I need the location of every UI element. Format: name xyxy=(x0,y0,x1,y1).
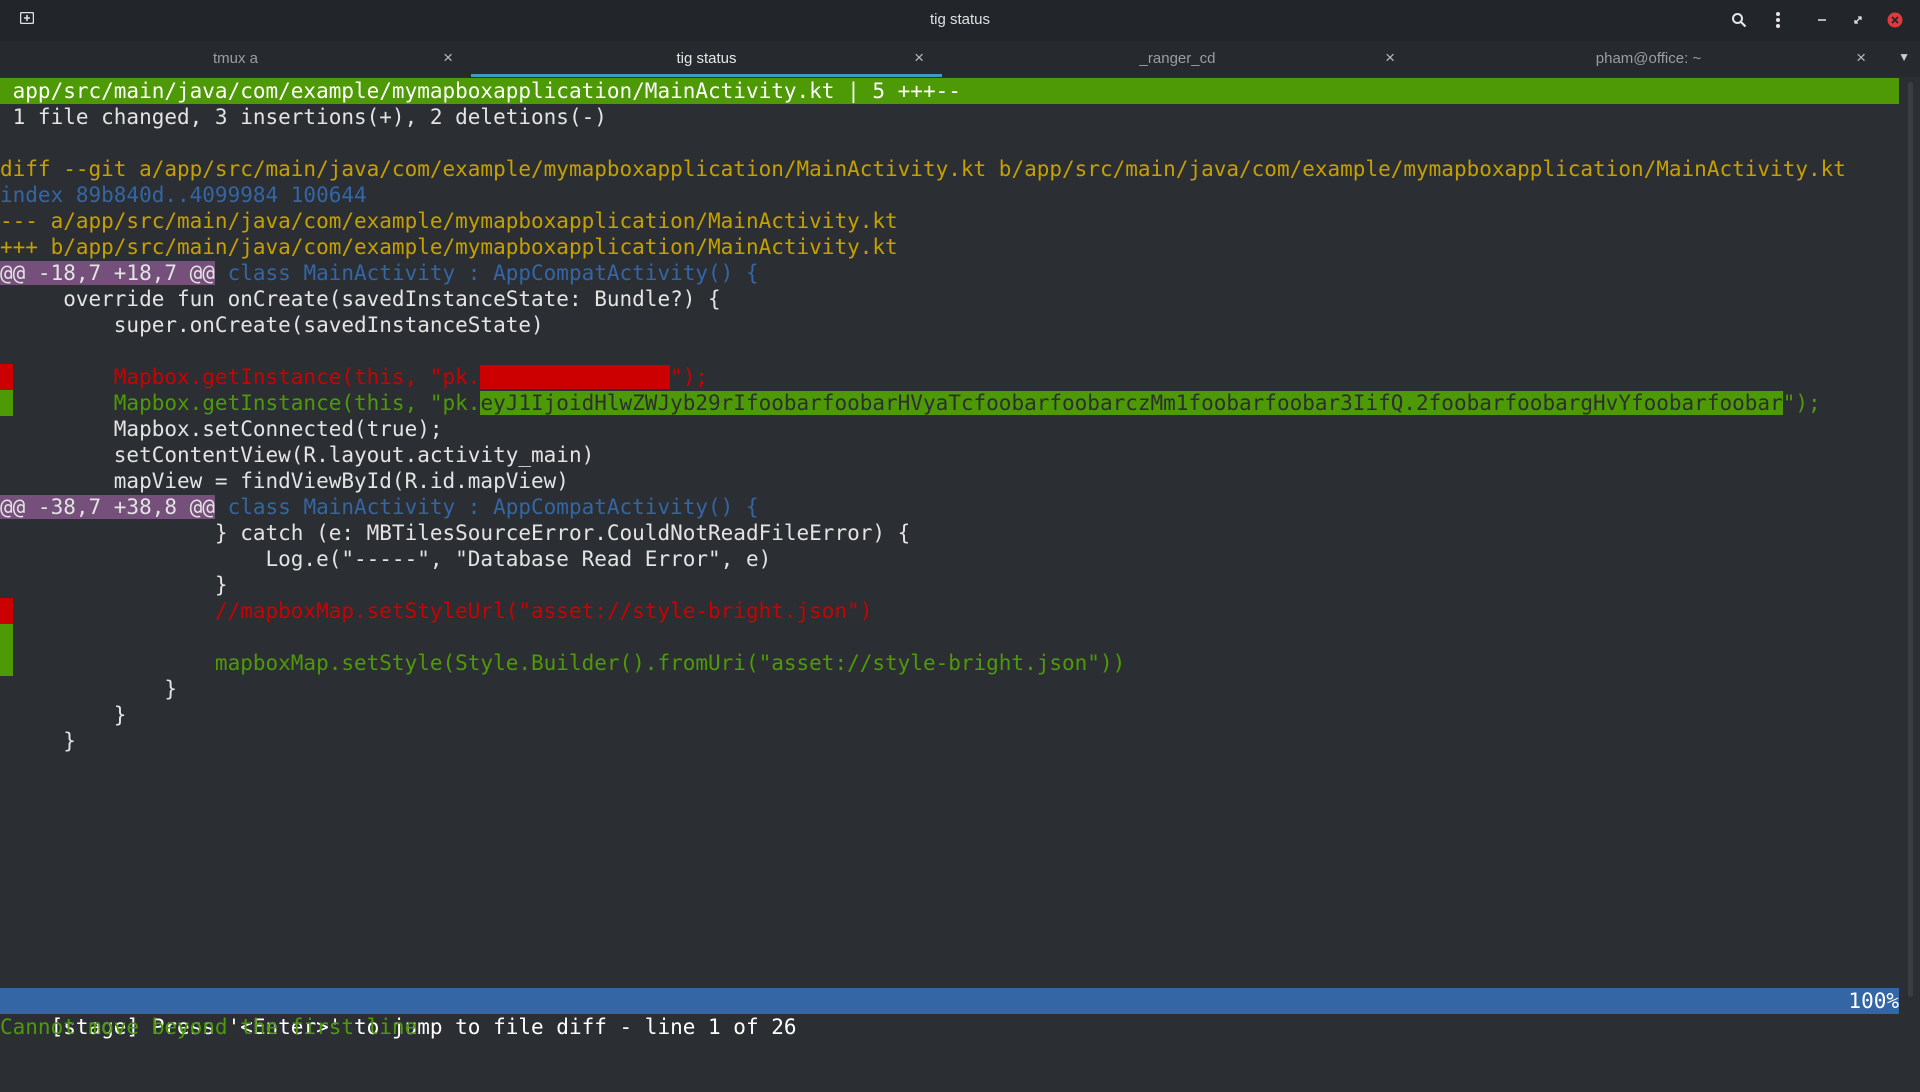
minimize-icon[interactable] xyxy=(1810,8,1834,32)
removed-prefix: Mapbox.getInstance(this, "pk. xyxy=(0,365,481,389)
tab-close-icon[interactable]: × xyxy=(443,48,453,68)
diff-index-line: index 89b840d..4099984 100644 xyxy=(0,183,367,207)
tab-label: tmux a xyxy=(212,50,258,67)
context-line: super.onCreate(savedInstanceState) xyxy=(0,313,544,337)
diff-minus-file: --- a/app/src/main/java/com/example/myma… xyxy=(0,209,898,233)
window-titlebar: tig status xyxy=(0,0,1920,41)
added-line: mapboxMap.setStyle(Style.Builder().fromU… xyxy=(0,651,1126,675)
context-line: Log.e("-----", "Database Read Error", e) xyxy=(0,547,772,571)
restore-icon[interactable] xyxy=(1846,8,1870,32)
diff-plus-file: +++ b/app/src/main/java/com/example/myma… xyxy=(0,235,898,259)
context-line: } xyxy=(0,703,127,727)
context-line: override fun onCreate(savedInstanceState… xyxy=(0,287,721,311)
tab-list-dropdown-icon[interactable]: ▼ xyxy=(1898,50,1910,64)
scroll-percent: 100% xyxy=(1848,989,1899,1013)
diff-git-header: diff --git a/app/src/main/java/com/examp… xyxy=(0,157,1846,181)
hunk-range: @@ -18,7 +18,7 @@ xyxy=(0,261,215,285)
tab-shell[interactable]: pham@office: ~ × xyxy=(1413,41,1884,77)
context-line: } xyxy=(0,573,228,597)
context-line: Mapbox.setConnected(true); xyxy=(0,417,443,441)
diffstat-summary: 1 file changed, 3 insertions(+), 2 delet… xyxy=(0,105,607,129)
kebab-menu-icon[interactable] xyxy=(1766,8,1790,32)
tab-close-icon[interactable]: × xyxy=(914,48,924,68)
terminal-scrollbar[interactable] xyxy=(1900,78,1920,1052)
context-line: } catch (e: MBTilesSourceError.CouldNotR… xyxy=(0,521,911,545)
tab-label: _ranger_cd xyxy=(1139,50,1216,67)
scrollbar-thumb[interactable] xyxy=(1908,82,1913,997)
hunk-context: class MainActivity : AppCompatActivity()… xyxy=(214,261,759,285)
tab-ranger[interactable]: _ranger_cd × xyxy=(942,41,1413,77)
active-tab-indicator xyxy=(471,74,942,77)
context-line: mapView = findViewById(R.id.mapView) xyxy=(0,469,569,493)
removed-line: Mapbox.getInstance(this, "pk.---your ker… xyxy=(0,364,708,390)
added-prefix: Mapbox.getInstance(this, "pk. xyxy=(0,391,481,415)
hunk-range: @@ -38,7 +38,8 @@ xyxy=(0,495,215,519)
tab-tig-status[interactable]: tig status × xyxy=(471,41,942,77)
tab-close-icon[interactable]: × xyxy=(1385,48,1395,68)
close-icon[interactable] xyxy=(1883,8,1907,32)
status-message: Cannot move beyond the first line xyxy=(0,1015,418,1039)
hunk-header: @@ -38,7 +38,8 @@ class MainActivity : A… xyxy=(0,494,759,520)
removed-token-highlight: ---your kery--- xyxy=(480,365,671,389)
added-token-highlight: eyJ1IjoidHlwZWJyb29rIfoobarfoobarHVyaTcf… xyxy=(480,391,1783,415)
context-line: } xyxy=(0,729,76,753)
context-line: setContentView(R.layout.activity_main) xyxy=(0,443,595,467)
tab-close-icon[interactable]: × xyxy=(1856,48,1866,68)
tab-bar: tmux a × tig status × _ranger_cd × pham@… xyxy=(0,41,1920,77)
added-line: Mapbox.getInstance(this, "pk.eyJ1IjoidHl… xyxy=(0,390,1821,416)
hunk-header: @@ -18,7 +18,7 @@ class MainActivity : A… xyxy=(0,260,759,286)
removed-suffix: "); xyxy=(670,365,709,389)
search-icon[interactable] xyxy=(1727,8,1751,32)
tab-label: pham@office: ~ xyxy=(1595,50,1702,67)
tab-tmux[interactable]: tmux a × xyxy=(0,41,471,77)
added-line-marker xyxy=(0,624,13,650)
terminal-view[interactable]: app/src/main/java/com/example/mymapboxap… xyxy=(0,78,1900,1052)
tig-status-bar: [stage] Press '<Enter>' to jump to file … xyxy=(0,988,1899,1039)
removed-line: //mapboxMap.setStyleUrl("asset://style-b… xyxy=(0,599,873,623)
hunk-context: class MainActivity : AppCompatActivity()… xyxy=(214,495,759,519)
context-line: } xyxy=(0,677,178,701)
added-suffix: "); xyxy=(1782,391,1821,415)
tab-label: tig status xyxy=(676,50,737,67)
window-title: tig status xyxy=(929,11,991,28)
diffstat-file-line[interactable]: app/src/main/java/com/example/mymapboxap… xyxy=(0,78,1899,104)
